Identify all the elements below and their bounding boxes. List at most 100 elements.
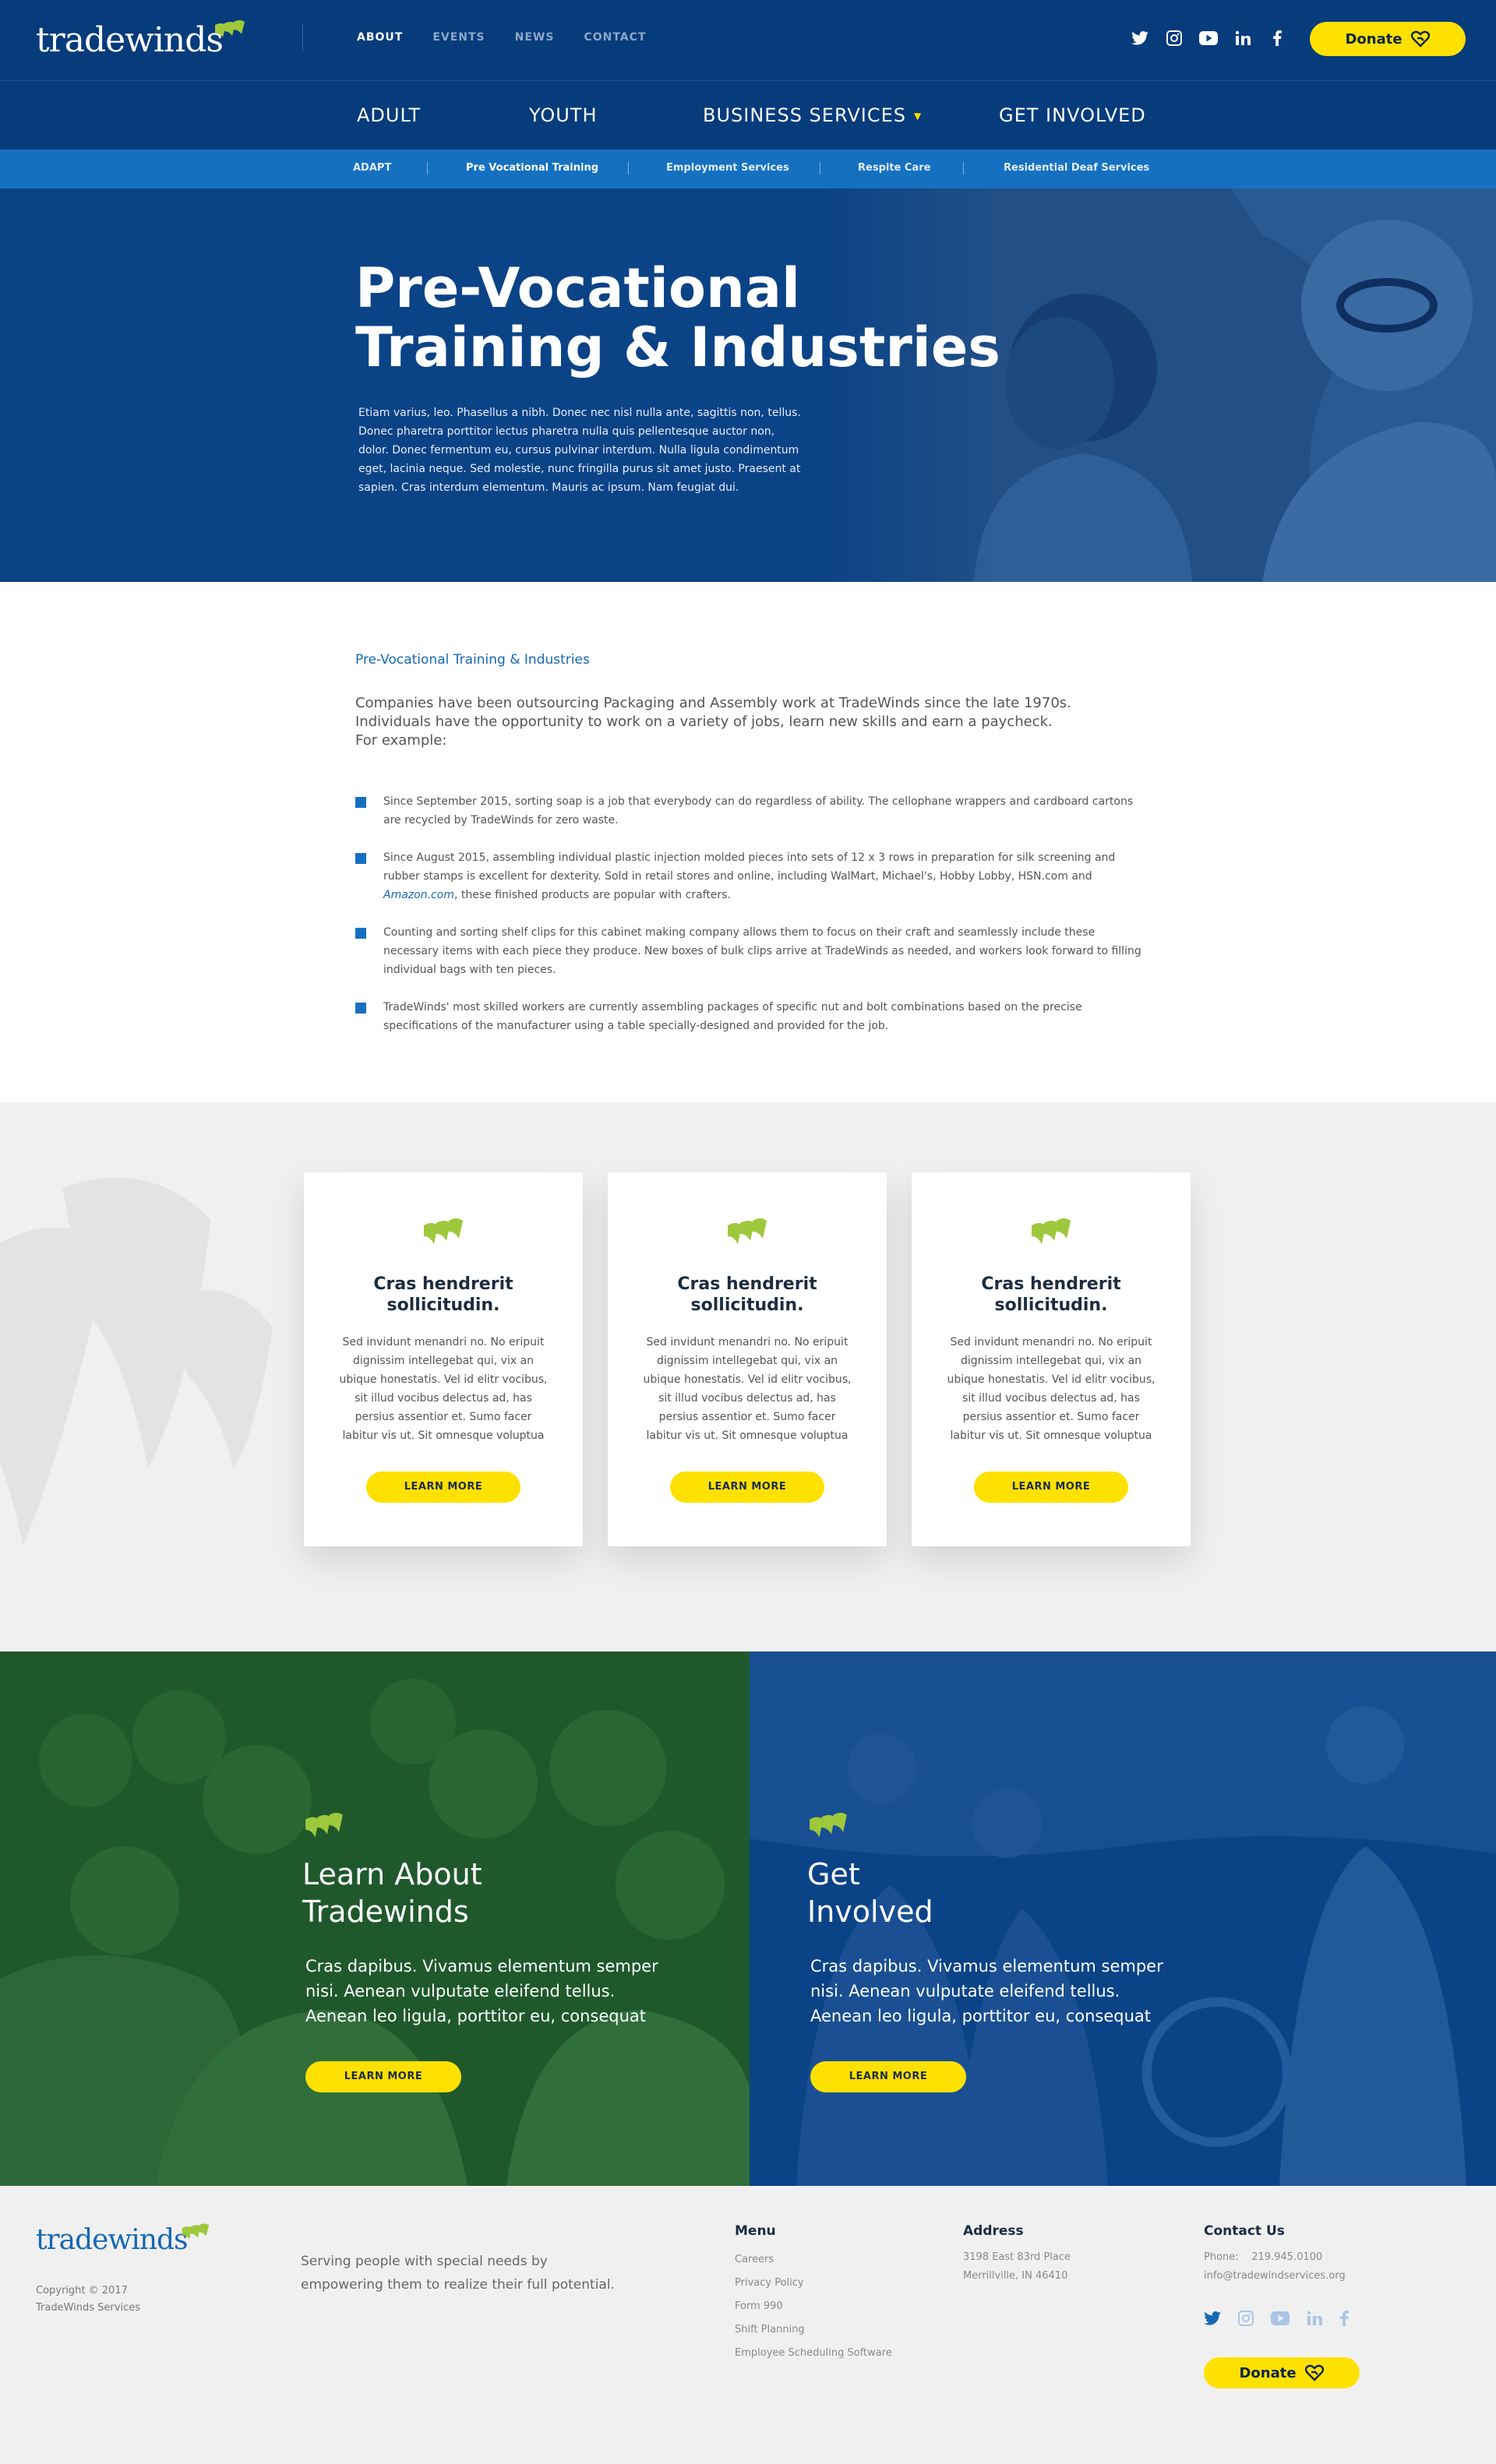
- sub-nav-residential-deaf-services[interactable]: Residential Deaf Services: [1004, 162, 1149, 174]
- sub-nav-divider: [427, 162, 428, 174]
- list-item: Since August 2015, assembling individual…: [355, 848, 1142, 904]
- footer-link-careers[interactable]: Careers: [735, 2248, 892, 2272]
- main-nav-business-services[interactable]: BUSINESS SERVICES ▼: [703, 104, 922, 126]
- bullet-text-tail: , these finished products are popular wi…: [453, 889, 731, 901]
- logo-mark-icon: [810, 1812, 847, 1838]
- footer-link-privacy-policy[interactable]: Privacy Policy: [735, 2272, 892, 2295]
- card-text: Sed invidunt menandri no. No eripuit dig…: [947, 1336, 1156, 1442]
- card-title: Cras hendrerit sollicitudin.: [981, 1274, 1121, 1315]
- phone-number[interactable]: 219.945.0100: [1251, 2251, 1322, 2263]
- youtube-icon[interactable]: [1271, 2311, 1290, 2328]
- footer-link-shift-planning[interactable]: Shift Planning: [735, 2318, 892, 2342]
- footer-link-employee-scheduling[interactable]: Employee Scheduling Software: [735, 2342, 892, 2365]
- main-nav-get-involved[interactable]: GET INVOLVED: [999, 104, 1146, 126]
- tradewinds-logo[interactable]: tradewinds: [36, 19, 254, 62]
- instagram-icon[interactable]: [1238, 2311, 1254, 2329]
- main-nav: ADULT YOUTH BUSINESS SERVICES ▼ GET INVOL…: [0, 81, 1496, 150]
- email-link[interactable]: info@tradewindservices.org: [1204, 2267, 1346, 2286]
- sub-nav-adapt[interactable]: ADAPT: [353, 162, 391, 174]
- footer-contact-heading: Contact Us: [1204, 2223, 1285, 2239]
- header-social-links: [1130, 28, 1287, 48]
- facebook-icon[interactable]: [1267, 28, 1287, 48]
- bullet-text: Counting and sorting shelf clips for thi…: [383, 926, 1141, 976]
- footer-menu: Menu Careers Privacy Policy Form 990 Shi…: [735, 2223, 892, 2365]
- intro-tail: For example:: [355, 732, 447, 749]
- youtube-icon[interactable]: [1198, 28, 1219, 48]
- learn-more-button[interactable]: LEARN MORE: [670, 1472, 824, 1503]
- card-title: Cras hendrerit sollicitudin.: [677, 1274, 817, 1315]
- intro-text: Companies have been outsourcing Packagin…: [355, 695, 1071, 730]
- hero-photo: [826, 189, 1496, 582]
- footer-link-form-990[interactable]: Form 990: [735, 2295, 892, 2318]
- phone-label: Phone:: [1204, 2251, 1239, 2263]
- sub-nav-respite-care[interactable]: Respite Care: [858, 162, 930, 174]
- footer: tradewinds Copyright © 2017 TradeWinds S…: [0, 2186, 1496, 2464]
- logo-watermark: [0, 1177, 273, 1546]
- learn-about-panel: Learn About Tradewinds Cras dapibus. Viv…: [0, 1651, 750, 2186]
- address-line: 3198 East 83rd Place: [963, 2251, 1071, 2263]
- donate-label: Donate: [1239, 2364, 1297, 2381]
- footer-address: Address 3198 East 83rd Place Merrillvill…: [963, 2223, 1071, 2286]
- content-section: Pre-Vocational Training & Industries Com…: [0, 582, 1496, 1102]
- donate-label: Donate: [1345, 30, 1402, 48]
- logo-mark-icon: [182, 2223, 210, 2240]
- learn-more-button[interactable]: LEARN MORE: [366, 1472, 520, 1503]
- logo-mark-icon: [1032, 1218, 1071, 1244]
- main-nav-adult[interactable]: ADULT: [357, 104, 421, 126]
- cta-title: Learn About Tradewinds: [302, 1857, 482, 1929]
- bullet-text: Since September 2015, sorting soap is a …: [383, 795, 1134, 827]
- facebook-icon[interactable]: [1339, 2311, 1349, 2329]
- logo-mark-icon: [728, 1218, 767, 1244]
- bullet-text: TradeWinds' most skilled workers are cur…: [383, 1001, 1082, 1032]
- feature-card: Cras hendrerit sollicitudin. Sed invidun…: [608, 1172, 887, 1546]
- heart-hand-icon: [1410, 30, 1430, 48]
- footer-donate-button[interactable]: Donate: [1204, 2357, 1360, 2388]
- footer-address-heading: Address: [963, 2223, 1024, 2239]
- logo-text: tradewinds: [36, 20, 224, 60]
- main-nav-youth[interactable]: YOUTH: [529, 104, 598, 126]
- card-title: Cras hendrerit sollicitudin.: [373, 1274, 513, 1315]
- amazon-link[interactable]: Amazon.com: [383, 889, 454, 901]
- bullet-text: Since August 2015, assembling individual…: [383, 851, 1116, 883]
- top-nav-about[interactable]: ABOUT: [357, 31, 403, 44]
- linkedin-icon[interactable]: [1307, 2311, 1322, 2329]
- heart-hand-icon: [1304, 2364, 1324, 2381]
- footer-contact: Contact Us Phone: 219.945.0100 info@trad…: [1204, 2223, 1346, 2286]
- sub-nav-divider: [628, 162, 629, 174]
- sub-nav-employment-services[interactable]: Employment Services: [666, 162, 789, 174]
- twitter-icon[interactable]: [1204, 2311, 1221, 2328]
- intro-paragraph: Companies have been outsourcing Packagin…: [355, 694, 1150, 750]
- cta-text: Cras dapibus. Vivamus elementum semper n…: [810, 1957, 1163, 2025]
- learn-more-button[interactable]: LEARN MORE: [810, 2061, 966, 2092]
- list-item: TradeWinds' most skilled workers are cur…: [355, 998, 1142, 1035]
- footer-logo[interactable]: tradewinds: [36, 2222, 215, 2261]
- caret-down-icon: ▼: [913, 111, 923, 122]
- header-divider: [302, 23, 303, 51]
- donate-button[interactable]: Donate: [1310, 22, 1466, 56]
- bullet-square-icon: [355, 1003, 366, 1013]
- bullet-square-icon: [355, 928, 366, 939]
- learn-more-button[interactable]: LEARN MORE: [305, 2061, 461, 2092]
- bullet-square-icon: [355, 797, 366, 808]
- twitter-icon[interactable]: [1130, 28, 1150, 48]
- section-kicker: Pre-Vocational Training & Industries: [355, 652, 590, 668]
- footer-menu-heading: Menu: [735, 2223, 776, 2239]
- top-nav: ABOUT EVENTS NEWS CONTACT: [357, 31, 646, 44]
- list-item: Since September 2015, sorting soap is a …: [355, 792, 1142, 830]
- bullet-square-icon: [355, 853, 366, 864]
- feature-card: Cras hendrerit sollicitudin. Sed invidun…: [912, 1172, 1191, 1546]
- logo-mark-icon: [424, 1218, 463, 1244]
- top-nav-events[interactable]: EVENTS: [432, 31, 485, 44]
- sub-nav-divider: [963, 162, 964, 174]
- top-nav-news[interactable]: NEWS: [515, 31, 555, 44]
- address-line: Merrillville, IN 46410: [963, 2270, 1068, 2282]
- linkedin-icon[interactable]: [1233, 28, 1253, 48]
- top-nav-contact[interactable]: CONTACT: [584, 31, 646, 44]
- main-nav-business-services-label: BUSINESS SERVICES: [703, 104, 906, 126]
- instagram-icon[interactable]: [1164, 28, 1184, 48]
- bullet-list: Since September 2015, sorting soap is a …: [355, 792, 1142, 1054]
- hero-title: Pre-Vocational Training & Industries: [355, 256, 1000, 379]
- list-item: Counting and sorting shelf clips for thi…: [355, 923, 1142, 979]
- sub-nav-pre-vocational-training[interactable]: Pre Vocational Training: [466, 162, 598, 174]
- learn-more-button[interactable]: LEARN MORE: [974, 1472, 1128, 1503]
